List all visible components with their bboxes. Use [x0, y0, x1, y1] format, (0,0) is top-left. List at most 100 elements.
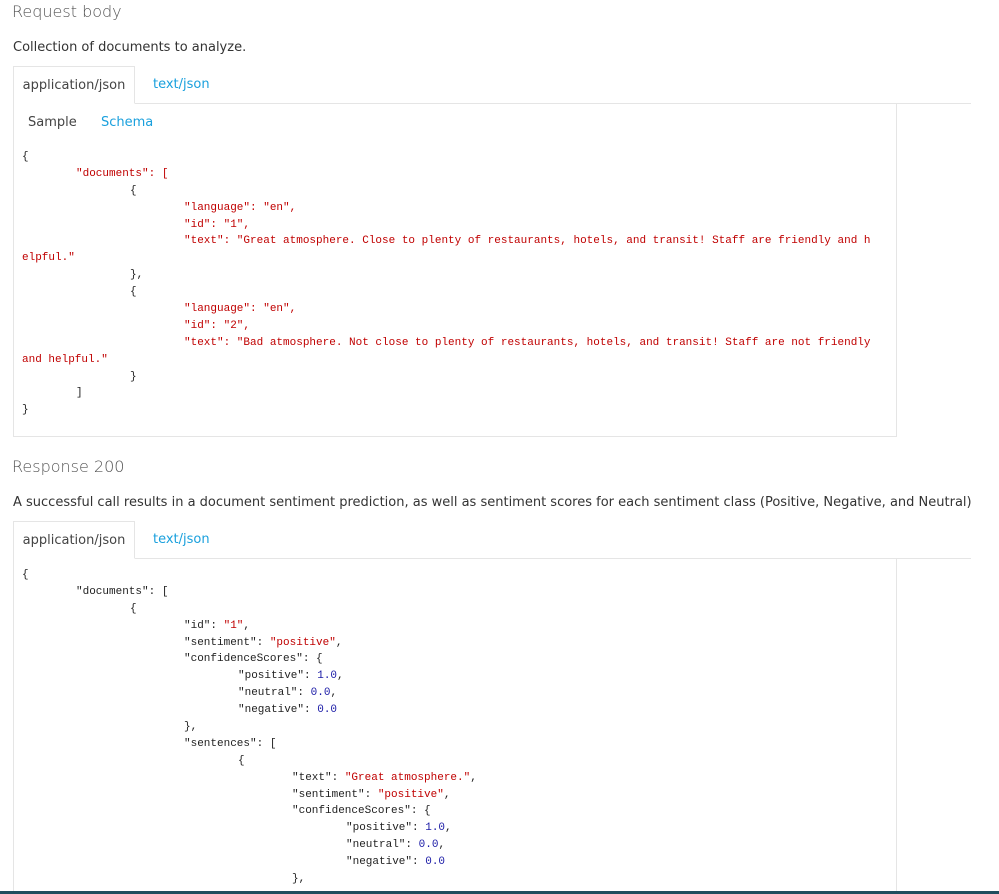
code-line: "documents": [: [22, 166, 871, 183]
code-token: 0.0: [418, 839, 439, 852]
tab-text-json[interactable]: text/json: [153, 66, 210, 103]
code-token: "text": "Bad atmosphere. Not close to pl…: [184, 336, 871, 349]
code-token: "negative":: [346, 856, 426, 869]
code-token: ,: [443, 788, 451, 801]
code-token: "sentiment":: [292, 788, 378, 801]
code-line: }: [22, 402, 871, 419]
response-200-heading: Response 200: [12, 457, 125, 476]
code-token: and helpful.": [22, 353, 108, 366]
code-token: "sentences": [: [184, 737, 277, 750]
code-token: },: [292, 873, 306, 886]
code-line: and helpful.": [22, 352, 871, 369]
tab-sample[interactable]: Sample: [28, 115, 77, 130]
code-line: "language": "en",: [22, 200, 871, 217]
code-token: "confidenceScores": {: [184, 653, 323, 666]
code-line: elpful.": [22, 250, 871, 267]
code-token: "sentiment":: [184, 636, 270, 649]
code-line: "confidenceScores": {: [22, 803, 477, 820]
code-token: 0.0: [425, 856, 446, 869]
code-line: "id": "1",: [22, 618, 477, 635]
response-json-sample: {"documents": [{"id": "1", "sentiment": "…: [22, 567, 477, 888]
code-line: },: [22, 719, 477, 736]
code-token: {: [130, 602, 137, 615]
code-token: ,: [438, 839, 446, 852]
code-token: "id": "2",: [184, 319, 251, 332]
code-token: "positive":: [346, 822, 426, 835]
code-line: "neutral": 0.0,: [22, 685, 477, 702]
code-token: {: [130, 184, 137, 197]
request-json-sample: { "documents": [ { "language": "en", "id": "…: [22, 149, 871, 419]
code-line: "neutral": 0.0,: [22, 837, 477, 854]
code-token: ,: [243, 619, 251, 632]
code-token: {: [130, 286, 137, 299]
code-line: "language": "en",: [22, 301, 871, 318]
code-token: "neutral":: [346, 839, 419, 852]
code-line: },: [22, 871, 477, 888]
tab-schema[interactable]: Schema: [101, 115, 153, 130]
code-token: 0.0: [310, 687, 331, 700]
code-token: "text":: [292, 771, 345, 784]
code-token: }: [130, 370, 137, 383]
code-line: "sentiment": "positive",: [22, 787, 477, 804]
code-line: "documents": [: [22, 584, 477, 601]
code-line: "id": "2",: [22, 318, 871, 335]
code-token: "positive":: [238, 670, 318, 683]
code-token: ,: [445, 822, 452, 835]
code-token: "language": "en",: [184, 201, 297, 214]
code-line: {: [22, 567, 477, 584]
code-line: }: [22, 369, 871, 386]
code-line: "negative": 0.0: [22, 702, 477, 719]
code-token: 1.0: [425, 822, 446, 835]
code-token: },: [130, 269, 144, 282]
request-body-heading: Request body: [12, 2, 122, 21]
code-line: "text": "Bad atmosphere. Not close to pl…: [22, 335, 871, 352]
response-sample-panel: {"documents": [{"id": "1", "sentiment": "…: [13, 558, 897, 894]
tab-application-json[interactable]: application/json: [13, 521, 135, 559]
code-line: {: [22, 284, 871, 301]
code-line: "text": "Great atmosphere.",: [22, 770, 477, 787]
code-line: {: [22, 601, 477, 618]
code-line: },: [22, 267, 871, 284]
request-sample-panel: Sample Schema { "documents": [ { "language"…: [13, 103, 897, 437]
code-line: {: [22, 183, 871, 200]
code-token: "positive": [377, 788, 444, 801]
response-content-type-tabs: application/json text/json: [13, 521, 971, 559]
code-token: ,: [337, 670, 344, 683]
code-token: ,: [335, 636, 343, 649]
code-line: "positive": 1.0,: [22, 820, 477, 837]
code-line: {: [22, 753, 477, 770]
code-token: "1": [223, 619, 244, 632]
tab-text-json[interactable]: text/json: [153, 521, 210, 558]
code-token: "positive": [269, 636, 336, 649]
code-token: 1.0: [317, 670, 338, 683]
code-token: "id":: [184, 619, 224, 632]
request-content-type-tabs: application/json text/json: [13, 66, 971, 104]
code-line: "id": "1",: [22, 217, 871, 234]
tab-application-json[interactable]: application/json: [13, 66, 135, 104]
code-line: "positive": 1.0,: [22, 668, 477, 685]
code-token: ,: [470, 771, 477, 784]
code-line: "confidenceScores": {: [22, 651, 477, 668]
code-line: "text": "Great atmosphere. Close to plen…: [22, 233, 871, 250]
code-token: },: [184, 721, 198, 734]
code-token: {: [22, 151, 29, 163]
code-token: ]: [76, 387, 83, 400]
code-token: "id": "1",: [184, 218, 251, 231]
code-token: "documents": [: [76, 585, 169, 598]
code-token: ,: [330, 687, 338, 700]
code-line: "sentiment": "positive",: [22, 635, 477, 652]
code-token: }: [22, 404, 29, 417]
code-line: "sentences": [: [22, 736, 477, 753]
code-token: {: [22, 569, 29, 581]
request-body-description: Collection of documents to analyze.: [13, 40, 247, 55]
code-token: "documents": [: [76, 167, 169, 180]
response-description: A successful call results in a document …: [13, 495, 972, 510]
code-token: "Great atmosphere.": [344, 771, 471, 784]
code-token: "confidenceScores": {: [292, 805, 431, 818]
code-token: "neutral":: [238, 687, 311, 700]
code-token: "text": "Great atmosphere. Close to plen…: [184, 235, 871, 248]
code-token: "negative":: [238, 704, 318, 717]
code-token: "language": "en",: [184, 303, 297, 316]
code-line: {: [22, 149, 871, 166]
code-line: "negative": 0.0: [22, 854, 477, 871]
